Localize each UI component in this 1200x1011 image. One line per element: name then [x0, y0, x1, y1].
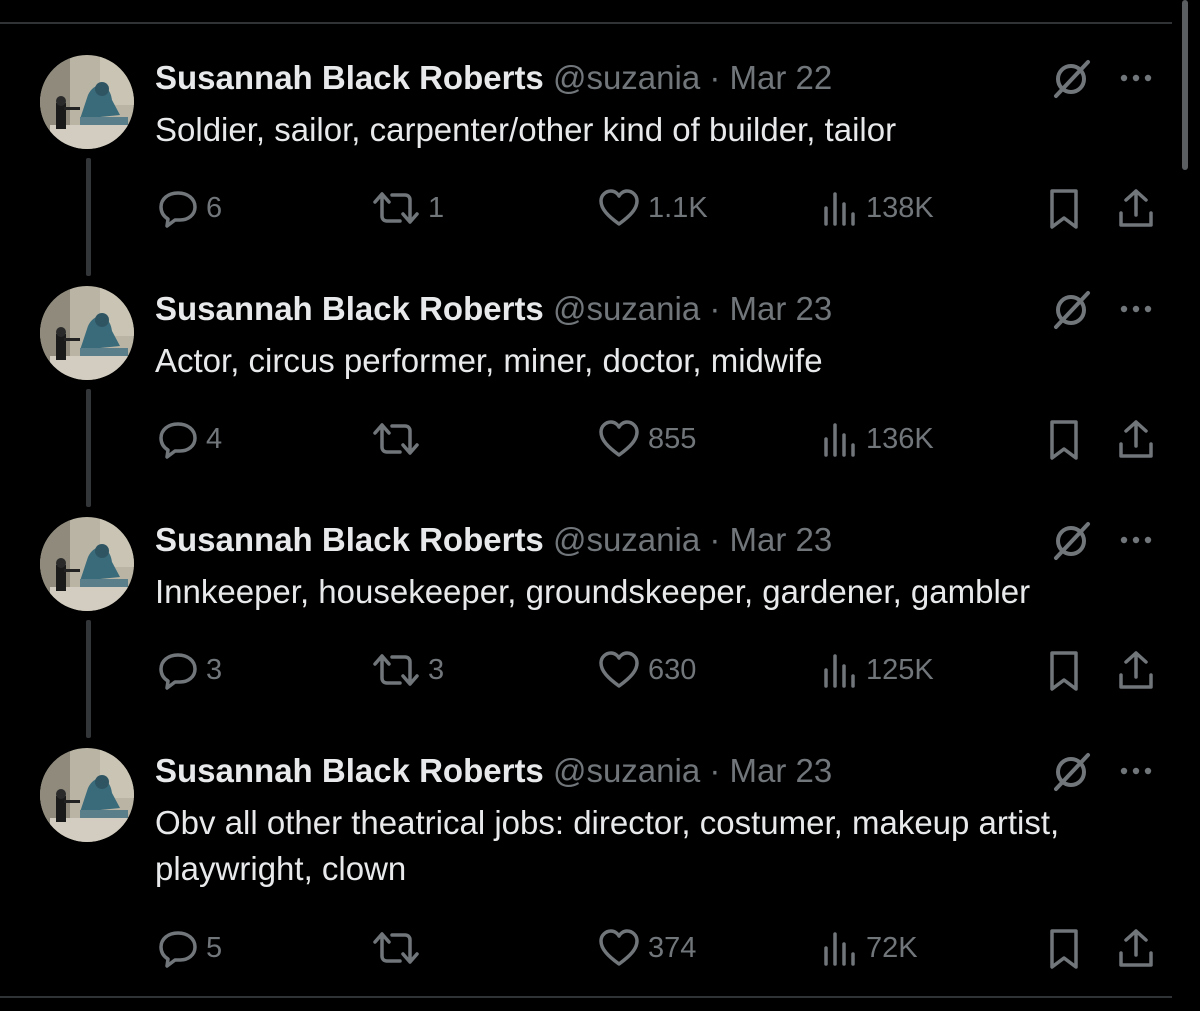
share-icon[interactable]: [1116, 418, 1156, 462]
like-icon: [598, 650, 640, 690]
bookmark-icon[interactable]: [1044, 418, 1084, 462]
avatar[interactable]: [40, 517, 134, 611]
like-count: 1.1K: [648, 191, 708, 224]
bookmark-icon[interactable]: [1044, 649, 1084, 693]
avatar[interactable]: [40, 286, 134, 380]
like-icon: [598, 419, 640, 459]
views-count: 125K: [866, 653, 934, 686]
thread-line: [86, 158, 91, 276]
views-icon: [822, 928, 858, 968]
grok-icon[interactable]: [1050, 749, 1094, 793]
repost-icon: [372, 188, 420, 228]
views-icon: [822, 188, 858, 228]
tweet-header: Susannah Black Roberts @suzania · Mar 23: [155, 520, 832, 560]
reply-icon: [158, 188, 198, 228]
like-button[interactable]: 630: [598, 650, 696, 690]
views-count: 72K: [866, 931, 918, 964]
thread-line: [86, 620, 91, 738]
tweet-text: Actor, circus performer, miner, doctor, …: [155, 342, 823, 379]
reply-button[interactable]: 6: [158, 188, 222, 228]
display-name[interactable]: Susannah Black Roberts: [155, 290, 544, 327]
repost-icon: [372, 928, 420, 968]
views-button[interactable]: 72K: [822, 928, 918, 968]
reply-button[interactable]: 3: [158, 650, 222, 690]
avatar[interactable]: [40, 748, 134, 842]
repost-button[interactable]: [372, 419, 428, 459]
thread-line: [86, 389, 91, 507]
tweet-text: Obv all other theatrical jobs: director,…: [155, 804, 1060, 887]
views-count: 136K: [866, 422, 934, 455]
reply-count: 6: [206, 191, 223, 224]
views-count: 138K: [866, 191, 934, 224]
separator: ·: [709, 59, 721, 96]
grok-icon[interactable]: [1050, 287, 1094, 331]
tweet-header: Susannah Black Roberts @suzania · Mar 23: [155, 751, 832, 791]
repost-icon: [372, 650, 420, 690]
repost-button[interactable]: 3: [372, 650, 444, 690]
timestamp[interactable]: Mar 23: [730, 290, 833, 327]
display-name[interactable]: Susannah Black Roberts: [155, 521, 544, 558]
separator: ·: [709, 290, 721, 327]
reply-icon: [158, 419, 198, 459]
reply-count: 4: [206, 422, 223, 455]
more-icon[interactable]: [1118, 68, 1154, 88]
repost-icon: [372, 419, 420, 459]
like-button[interactable]: 855: [598, 419, 696, 459]
more-icon[interactable]: [1118, 530, 1154, 550]
repost-button[interactable]: 1: [372, 188, 444, 228]
tweet-header: Susannah Black Roberts @suzania · Mar 23: [155, 289, 832, 329]
repost-button[interactable]: [372, 928, 428, 968]
timestamp[interactable]: Mar 22: [730, 59, 833, 96]
grok-icon[interactable]: [1050, 518, 1094, 562]
reply-icon: [158, 650, 198, 690]
like-button[interactable]: 1.1K: [598, 188, 708, 228]
reply-icon: [158, 928, 198, 968]
like-icon: [598, 188, 640, 228]
handle[interactable]: @suzania: [553, 290, 700, 327]
share-icon[interactable]: [1116, 927, 1156, 971]
timestamp[interactable]: Mar 23: [730, 752, 833, 789]
handle[interactable]: @suzania: [553, 521, 700, 558]
bookmark-icon[interactable]: [1044, 927, 1084, 971]
timestamp[interactable]: Mar 23: [730, 521, 833, 558]
separator: ·: [709, 521, 721, 558]
tweet-text: Innkeeper, housekeeper, groundskeeper, g…: [155, 573, 1031, 610]
views-icon: [822, 650, 858, 690]
bookmark-icon[interactable]: [1044, 187, 1084, 231]
bottom-divider: [0, 996, 1172, 998]
reply-button[interactable]: 4: [158, 419, 222, 459]
tweet-text: Soldier, sailor, carpenter/other kind of…: [155, 111, 897, 148]
repost-count: 1: [428, 191, 445, 224]
views-icon: [822, 419, 858, 459]
display-name[interactable]: Susannah Black Roberts: [155, 59, 544, 96]
reply-count: 3: [206, 653, 223, 686]
more-icon[interactable]: [1118, 299, 1154, 319]
views-button[interactable]: 136K: [822, 419, 934, 459]
like-button[interactable]: 374: [598, 928, 696, 968]
more-icon[interactable]: [1118, 761, 1154, 781]
views-button[interactable]: 138K: [822, 188, 934, 228]
avatar[interactable]: [40, 55, 134, 149]
views-button[interactable]: 125K: [822, 650, 934, 690]
like-count: 374: [648, 931, 697, 964]
top-divider: [0, 22, 1172, 24]
like-count: 855: [648, 422, 697, 455]
share-icon[interactable]: [1116, 187, 1156, 231]
handle[interactable]: @suzania: [553, 59, 700, 96]
share-icon[interactable]: [1116, 649, 1156, 693]
tweet-header: Susannah Black Roberts @suzania · Mar 22: [155, 58, 832, 98]
reply-button[interactable]: 5: [158, 928, 222, 968]
separator: ·: [709, 752, 721, 789]
display-name[interactable]: Susannah Black Roberts: [155, 752, 544, 789]
like-icon: [598, 928, 640, 968]
grok-icon[interactable]: [1050, 56, 1094, 100]
handle[interactable]: @suzania: [553, 752, 700, 789]
scrollbar[interactable]: [1182, 0, 1188, 170]
repost-count: 3: [428, 653, 445, 686]
like-count: 630: [648, 653, 697, 686]
reply-count: 5: [206, 931, 223, 964]
